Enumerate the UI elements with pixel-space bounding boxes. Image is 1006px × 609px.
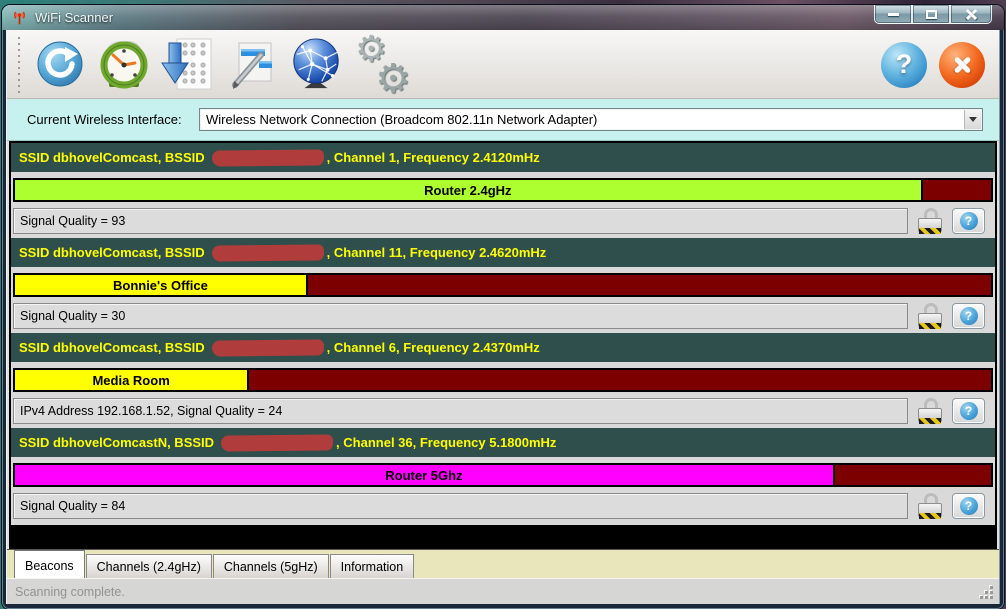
signal-strength-fill: Media Room [15, 370, 249, 390]
settings-gears-icon-small: ⚙ [375, 59, 411, 99]
tab-beacons[interactable]: Beacons [14, 550, 85, 578]
question-mark-icon: ? [960, 212, 978, 230]
signal-quality-text: Signal Quality = 93 [13, 208, 908, 234]
beacon-ssid-text: SSID dbhovelComcast, BSSID [19, 245, 205, 260]
beacon-detail-text: , Channel 1, Frequency 2.4120mHz [327, 150, 540, 165]
refresh-button[interactable] [33, 36, 87, 92]
interface-label: Current Wireless Interface: [27, 112, 199, 127]
tab-strip: Beacons Channels (2.4gHz) Channels (5gHz… [7, 549, 999, 578]
window-bottom-border [2, 604, 1004, 609]
interface-dropdown-value: Wireless Network Connection (Broadcom 80… [200, 112, 597, 127]
beacon-list-panel: SSID dbhovelComcast, BSSID , Channel 1, … [9, 141, 997, 549]
lock-icon [918, 303, 944, 329]
question-mark-icon: ? [960, 497, 978, 515]
beacon-name-label: Router 2.4gHz [424, 183, 511, 198]
signal-quality-row: Signal Quality = 93 ? [13, 207, 985, 234]
beacon-help-button[interactable]: ? [952, 493, 985, 519]
lock-icon [918, 493, 944, 519]
bssid-redaction [212, 339, 324, 356]
bssid-redaction [221, 434, 333, 451]
wifi-antenna-icon [11, 9, 28, 26]
signal-quality-text: Signal Quality = 30 [13, 303, 908, 329]
beacon-name-label: Router 5Ghz [385, 468, 462, 483]
beacon-header: SSID dbhovelComcast, BSSID , Channel 6, … [11, 333, 995, 362]
maximize-button[interactable] [912, 5, 950, 24]
chevron-down-icon [969, 117, 977, 122]
beacon-detail-text: , Channel 6, Frequency 2.4370mHz [327, 340, 540, 355]
beacon-panel-footer [11, 525, 995, 547]
bssid-redaction [212, 244, 324, 261]
signal-strength-fill: Router 2.4gHz [15, 180, 923, 200]
interface-bar: Current Wireless Interface: Wireless Net… [7, 99, 999, 141]
question-mark-icon: ? [960, 307, 978, 325]
window-title: WiFi Scanner [35, 10, 113, 25]
beacon-detail-text: , Channel 11, Frequency 2.4620mHz [327, 245, 547, 260]
lock-icon [918, 398, 944, 424]
window-client-area: ⚙ ⚙ ? Current Wireless Interface: Wirele… [6, 30, 1000, 604]
signal-quality-row: Signal Quality = 84 ? [13, 492, 985, 519]
tab-information[interactable]: Information [330, 554, 415, 578]
minimize-icon [888, 13, 899, 16]
question-mark-icon: ? [960, 402, 978, 420]
status-text: Scanning complete. [15, 585, 125, 599]
beacon-ssid-text: SSID dbhovelComcast, BSSID [19, 150, 205, 165]
toolbar: ⚙ ⚙ ? [7, 30, 999, 99]
signal-strength-bar: Router 5Ghz [13, 463, 993, 487]
signal-strength-bar: Bonnie's Office [13, 273, 993, 297]
signal-quality-text: Signal Quality = 84 [13, 493, 908, 519]
beacon-ssid-text: SSID dbhovelComcastN, BSSID [19, 435, 214, 450]
help-button[interactable]: ? [881, 42, 927, 88]
exit-x-icon [952, 55, 972, 75]
signal-strength-fill: Bonnie's Office [15, 275, 308, 295]
resize-grip[interactable] [979, 585, 993, 599]
refresh-icon [35, 39, 85, 89]
beacon-header: SSID dbhovelComcast, BSSID , Channel 1, … [11, 143, 995, 172]
beacon-detail-text: , Channel 36, Frequency 5.1800mHz [336, 435, 556, 450]
beacon-header: SSID dbhovelComcast, BSSID , Channel 11,… [11, 238, 995, 267]
beacon-help-button[interactable]: ? [952, 208, 985, 234]
minimize-button[interactable] [874, 5, 912, 24]
toolbar-grip[interactable] [17, 35, 21, 93]
beacon-help-button[interactable]: ? [952, 398, 985, 424]
edit-log-button[interactable] [225, 36, 279, 92]
status-bar: Scanning complete. [7, 578, 999, 604]
settings-button[interactable]: ⚙ ⚙ [353, 35, 411, 93]
bssid-redaction [212, 149, 324, 166]
tab-channels-24ghz[interactable]: Channels (2.4gHz) [86, 554, 212, 578]
lock-icon [918, 208, 944, 234]
signal-strength-bar: Router 2.4gHz [13, 178, 993, 202]
edit-log-icon [225, 37, 279, 91]
maximize-icon [926, 10, 937, 19]
scan-timer-clock-icon [97, 37, 151, 91]
beacon-name-label: Media Room [92, 373, 169, 388]
signal-quality-row: Signal Quality = 30 ? [13, 302, 985, 329]
beacon-name-label: Bonnie's Office [113, 278, 208, 293]
close-icon [965, 8, 978, 21]
signal-quality-row: IPv4 Address 192.168.1.52, Signal Qualit… [13, 397, 985, 424]
beacon-ssid-text: SSID dbhovelComcast, BSSID [19, 340, 205, 355]
close-button[interactable] [950, 5, 992, 24]
network-globe-button[interactable] [289, 36, 343, 92]
scan-timer-button[interactable] [97, 36, 151, 92]
network-globe-icon [289, 36, 343, 92]
download-results-icon [161, 37, 215, 91]
interface-dropdown[interactable]: Wireless Network Connection (Broadcom 80… [199, 108, 983, 131]
dropdown-arrow-button[interactable] [964, 110, 981, 129]
question-mark-icon: ? [896, 49, 913, 80]
beacon-header: SSID dbhovelComcastN, BSSID , Channel 36… [11, 428, 995, 457]
signal-strength-bar: Media Room [13, 368, 993, 392]
exit-button[interactable] [939, 42, 985, 88]
wifi-scanner-window: WiFi Scanner [2, 5, 1004, 609]
signal-quality-text: IPv4 Address 192.168.1.52, Signal Qualit… [13, 398, 908, 424]
download-results-button[interactable] [161, 36, 215, 92]
title-bar[interactable]: WiFi Scanner [2, 5, 1004, 30]
tab-channels-5ghz[interactable]: Channels (5gHz) [213, 554, 329, 578]
caption-buttons [874, 5, 992, 24]
beacon-help-button[interactable]: ? [952, 303, 985, 329]
signal-strength-fill: Router 5Ghz [15, 465, 835, 485]
